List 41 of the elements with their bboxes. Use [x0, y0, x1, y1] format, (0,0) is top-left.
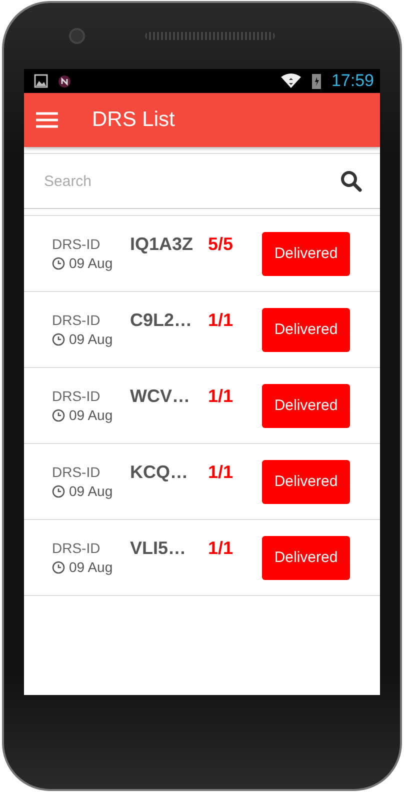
- date-text: 09 Aug: [69, 559, 113, 575]
- date-text: 09 Aug: [69, 331, 113, 347]
- drs-id-label: DRS-ID: [52, 236, 102, 252]
- clock-icon: [52, 256, 65, 270]
- date-text: 09 Aug: [69, 483, 113, 499]
- speaker-icon: [145, 32, 275, 40]
- drs-id-value: C9L2…: [130, 310, 194, 331]
- drs-id-label: DRS-ID: [52, 388, 102, 404]
- drs-id-value: WCV…: [130, 386, 191, 407]
- item-count: 1/1: [208, 386, 234, 407]
- item-count: 1/1: [208, 538, 234, 559]
- clock-icon: [52, 484, 65, 498]
- status-button[interactable]: Delivered: [262, 460, 350, 504]
- item-count: 5/5: [208, 234, 234, 255]
- clock-icon: [52, 560, 65, 574]
- item-count: 1/1: [208, 462, 234, 483]
- wifi-icon: [280, 73, 302, 89]
- notification-icon: [58, 74, 71, 88]
- drs-id-label: DRS-ID: [52, 464, 102, 480]
- camera-icon: [69, 28, 85, 44]
- item-count: 1/1: [208, 310, 234, 331]
- drs-id-value: VLI5…: [130, 538, 188, 559]
- status-button[interactable]: Delivered: [262, 384, 350, 428]
- clock-time: 17:59: [331, 71, 374, 91]
- status-button[interactable]: Delivered: [262, 232, 350, 276]
- clock-icon: [52, 408, 65, 422]
- menu-icon[interactable]: [36, 112, 58, 128]
- drs-id-label: DRS-ID: [52, 540, 102, 556]
- battery-icon: [312, 73, 322, 89]
- image-icon: [34, 74, 48, 88]
- search-field[interactable]: Search: [42, 172, 340, 190]
- clock-icon: [52, 332, 65, 346]
- drs-id-value: KCQ…: [130, 462, 189, 483]
- drs-id-value: IQ1A3Z: [130, 234, 194, 255]
- date-text: 09 Aug: [69, 255, 113, 271]
- status-button[interactable]: Delivered: [262, 308, 350, 352]
- status-button[interactable]: Delivered: [262, 536, 350, 580]
- screen-title: DRS List: [92, 108, 175, 132]
- search-icon[interactable]: [340, 170, 362, 192]
- drs-id-label: DRS-ID: [52, 312, 102, 328]
- date-text: 09 Aug: [69, 407, 113, 423]
